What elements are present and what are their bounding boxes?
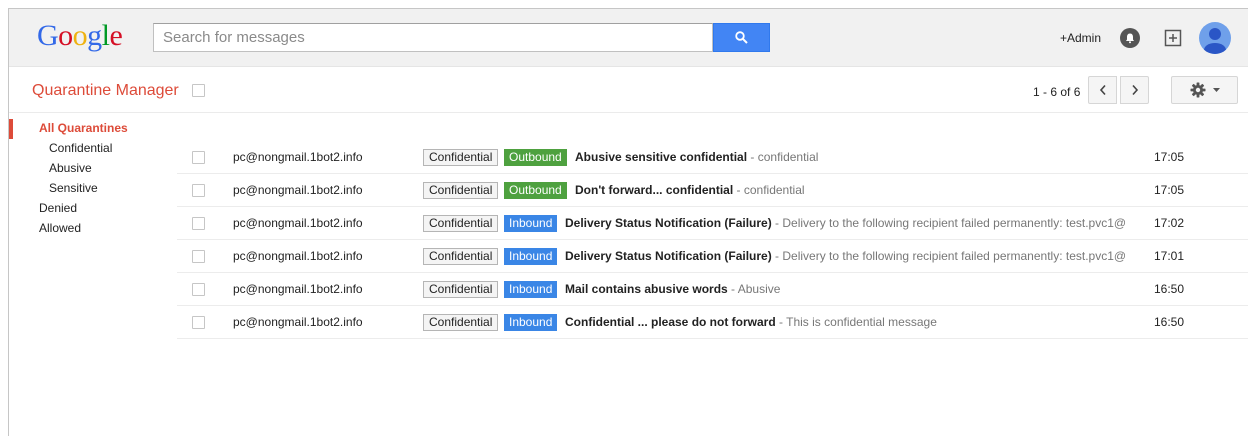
row-checkbox[interactable] [192, 283, 205, 296]
snippet: - Abusive [727, 282, 781, 296]
subject: Delivery Status Notification (Failure) [565, 216, 772, 230]
toolbar: Quarantine Manager 1 - 6 of 6 [9, 68, 1248, 113]
category-tag: Confidential [423, 215, 499, 232]
snippet: - confidential [733, 183, 805, 197]
sidebar-item-denied[interactable]: Denied [39, 201, 77, 215]
message-row[interactable]: pc@nongmail.1bot2.info Confidential Outb… [177, 174, 1248, 207]
sidebar-item-confidential[interactable]: Confidential [49, 141, 112, 155]
snippet: - This is confidential message [775, 315, 937, 329]
sender: pc@nongmail.1bot2.info [233, 183, 363, 197]
timestamp: 17:05 [1154, 183, 1185, 197]
snippet: - Delivery to the following recipient fa… [771, 249, 1127, 263]
subject-line: Abusive sensitive confidential - confide… [575, 150, 1145, 164]
message-row[interactable]: pc@nongmail.1bot2.info Confidential Inbo… [177, 273, 1248, 306]
direction-badge: Inbound [504, 248, 558, 265]
direction-badge: Inbound [504, 281, 558, 298]
message-row[interactable]: pc@nongmail.1bot2.info Confidential Outb… [177, 141, 1248, 174]
message-row[interactable]: pc@nongmail.1bot2.info Confidential Inbo… [177, 306, 1248, 339]
row-checkbox[interactable] [192, 184, 205, 197]
subject-line: Delivery Status Notification (Failure) -… [565, 249, 1150, 263]
next-page-button[interactable] [1120, 76, 1149, 104]
subject: Abusive sensitive confidential [575, 150, 748, 164]
notifications-button[interactable] [1120, 28, 1140, 48]
subject: Delivery Status Notification (Failure) [565, 249, 772, 263]
header-bar: Google +Admin [9, 9, 1248, 67]
subject: Don't forward... confidential [575, 183, 734, 197]
select-all-checkbox[interactable] [192, 84, 205, 97]
admin-link[interactable]: +Admin [1060, 31, 1101, 45]
snippet: - Delivery to the following recipient fa… [771, 216, 1127, 230]
timestamp: 16:50 [1154, 282, 1185, 296]
timestamp: 17:01 [1154, 249, 1185, 263]
subject-line: Mail contains abusive words - Abusive [565, 282, 1150, 296]
direction-badge: Inbound [504, 215, 558, 232]
category-tag: Confidential [423, 314, 499, 331]
search-button[interactable] [713, 23, 770, 52]
category-tag: Confidential [423, 281, 499, 298]
direction-badge: Outbound [504, 182, 567, 199]
category-tag: Confidential [423, 248, 499, 265]
subject: Confidential ... please do not forward [565, 315, 776, 329]
timestamp: 17:05 [1154, 150, 1185, 164]
previous-page-button[interactable] [1088, 76, 1117, 104]
row-checkbox[interactable] [192, 250, 205, 263]
google-logo[interactable]: Google [37, 19, 123, 53]
subject: Mail contains abusive words [565, 282, 728, 296]
settings-button[interactable] [1171, 76, 1238, 104]
active-indicator [9, 119, 13, 139]
category-tag: Confidential [423, 182, 499, 199]
row-checkbox[interactable] [192, 316, 205, 329]
app-window: Google +Admin [8, 8, 1248, 436]
message-row[interactable]: pc@nongmail.1bot2.info Confidential Inbo… [177, 207, 1248, 240]
direction-badge: Inbound [504, 314, 558, 331]
sidebar-item-all-quarantines[interactable]: All Quarantines [39, 121, 128, 135]
sender: pc@nongmail.1bot2.info [233, 315, 363, 329]
chevron-left-icon [1099, 84, 1106, 96]
bell-icon [1126, 33, 1134, 44]
row-checkbox[interactable] [192, 217, 205, 230]
timestamp: 17:02 [1154, 216, 1185, 230]
direction-badge: Outbound [504, 149, 567, 166]
gear-icon [1190, 82, 1205, 98]
account-avatar[interactable] [1199, 22, 1231, 54]
page-title: Quarantine Manager [32, 82, 179, 99]
chevron-right-icon [1131, 84, 1138, 96]
message-row[interactable]: pc@nongmail.1bot2.info Confidential Inbo… [177, 240, 1248, 273]
subject-line: Delivery Status Notification (Failure) -… [565, 216, 1150, 230]
snippet: - confidential [747, 150, 819, 164]
sender: pc@nongmail.1bot2.info [233, 150, 363, 164]
sender: pc@nongmail.1bot2.info [233, 216, 363, 230]
sender: pc@nongmail.1bot2.info [233, 282, 363, 296]
sidebar-item-allowed[interactable]: Allowed [39, 221, 81, 235]
timestamp: 16:50 [1154, 315, 1185, 329]
caret-down-icon [1212, 88, 1220, 92]
pagination-count: 1 - 6 of 6 [1033, 85, 1081, 99]
category-tag: Confidential [423, 149, 499, 166]
add-box-icon [1164, 29, 1182, 47]
search-input[interactable] [153, 23, 713, 52]
sidebar-item-abusive[interactable]: Abusive [49, 161, 92, 175]
apps-button[interactable] [1163, 28, 1183, 48]
subject-line: Confidential ... please do not forward -… [565, 315, 1150, 329]
avatar-icon [1204, 28, 1226, 54]
search-icon [735, 31, 748, 44]
subject-line: Don't forward... confidential - confiden… [575, 183, 1145, 197]
row-checkbox[interactable] [192, 151, 205, 164]
sender: pc@nongmail.1bot2.info [233, 249, 363, 263]
sidebar-item-sensitive[interactable]: Sensitive [49, 181, 98, 195]
